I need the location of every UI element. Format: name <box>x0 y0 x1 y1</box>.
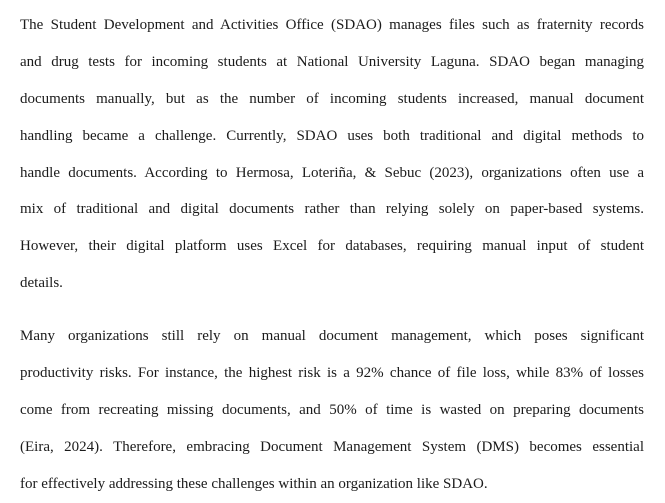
paragraph-line: documents manually, but as the number of… <box>20 90 644 107</box>
paragraph-line: handling became a challenge. Currently, … <box>20 127 644 144</box>
paragraph-line: However, their digital platform uses Exc… <box>20 238 644 255</box>
paragraph-line: productivity risks. For instance, the hi… <box>20 365 644 382</box>
paragraph-line: handle documents. According to Hermosa, … <box>20 164 644 181</box>
paragraph-1: The Student Development and Activities O… <box>20 7 644 302</box>
paragraph-line: for effectively addressing these challen… <box>20 475 488 492</box>
paragraph-2: Many organizations still rely on manual … <box>20 318 644 502</box>
paragraph-line: and drug tests for incoming students at … <box>20 53 644 70</box>
paragraph-line: mix of traditional and digital documents… <box>20 201 644 218</box>
document-body: The Student Development and Activities O… <box>20 7 644 503</box>
paragraph-line: details. <box>20 275 63 292</box>
paragraph-line: Many organizations still rely on manual … <box>20 328 644 345</box>
paragraph-line: come from recreating missing documents, … <box>20 401 644 418</box>
paragraph-line: The Student Development and Activities O… <box>20 17 644 33</box>
paragraph-line: (Eira, 2024). Therefore, embracing Docum… <box>20 438 644 455</box>
